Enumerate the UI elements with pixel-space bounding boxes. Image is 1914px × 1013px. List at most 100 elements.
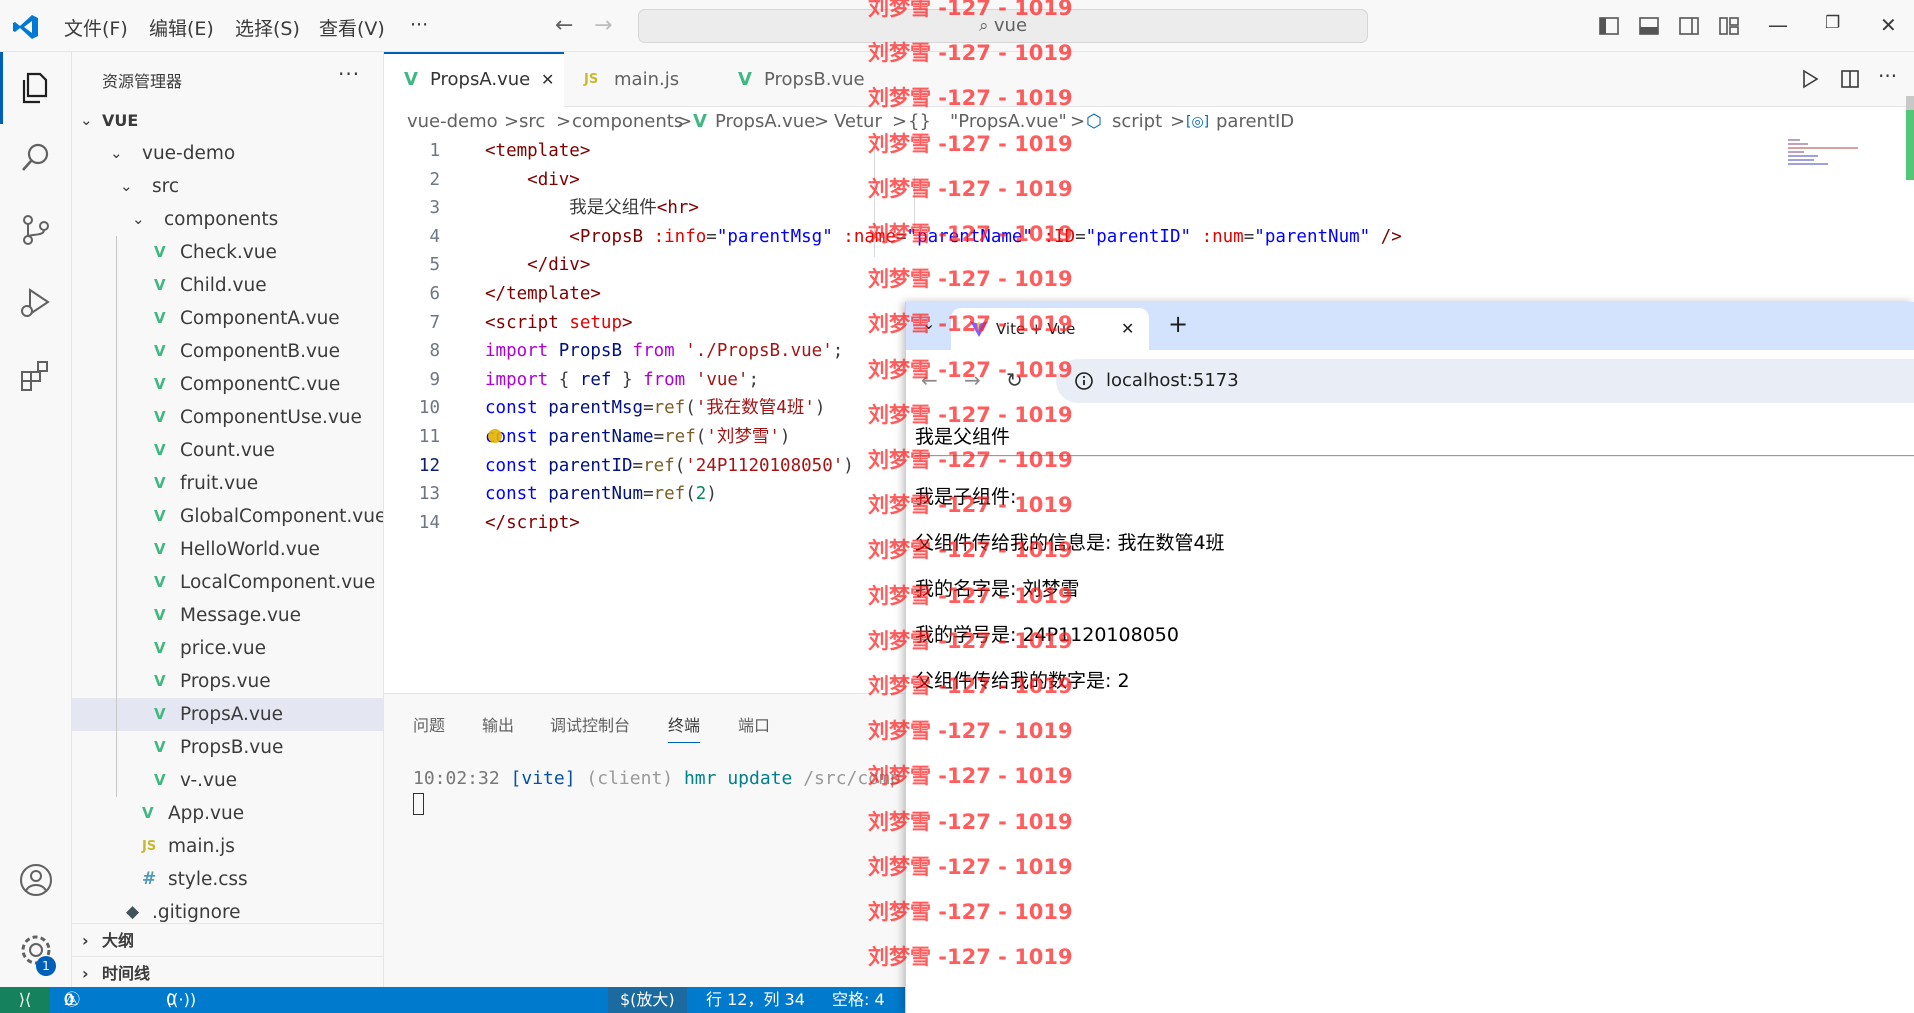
crumb-parentid[interactable]: parentID (1216, 107, 1294, 137)
explorer-more-button[interactable]: ··· (338, 62, 360, 86)
indentation-status[interactable]: 空格: 4 (832, 987, 885, 1013)
tree-folder[interactable]: ⌄ src (72, 170, 383, 203)
vue-file-icon: V (154, 672, 166, 690)
lightbulb-icon[interactable] (488, 429, 502, 443)
crumb-components[interactable]: components (572, 107, 683, 137)
crumb-src[interactable]: src (519, 107, 545, 137)
toggle-panel-icon[interactable] (1638, 15, 1660, 37)
watermark-text: 刘梦雪 -127 - 1019 (868, 131, 1073, 156)
crumb-vue-demo[interactable]: vue-demo (407, 107, 498, 137)
watermark-text: 刘梦雪 -127 - 1019 (868, 628, 1073, 653)
minimize-icon[interactable]: — (1768, 13, 1788, 37)
address-bar[interactable]: localhost:5173 (1056, 359, 1914, 403)
line-number: 1 (429, 141, 440, 161)
tree-file[interactable]: V Child.vue (72, 269, 383, 302)
chevron-down-icon: ⌄ (80, 111, 93, 129)
vue-file-icon: V (738, 69, 752, 90)
code-line: 3 我是父组件<hr> (384, 194, 1914, 223)
split-editor-icon[interactable] (1840, 69, 1860, 89)
code-text: </script> (485, 512, 580, 533)
new-tab-button[interactable]: + (1168, 310, 1188, 338)
tree-file[interactable]: V LocalComponent.vue (72, 566, 383, 599)
account-icon[interactable] (18, 862, 54, 898)
close-window-icon[interactable]: ✕ (1880, 13, 1897, 37)
panel-tab-output[interactable]: 输出 (482, 712, 514, 736)
tree-file[interactable]: V PropsA.vue (72, 698, 383, 731)
tree-file[interactable]: JS main.js (72, 830, 383, 863)
outline-section[interactable]: › 大纲 (72, 923, 383, 956)
tree-file[interactable]: V ComponentUse.vue (72, 401, 383, 434)
watermark-text: 刘梦雪 -127 - 1019 (868, 719, 1073, 744)
tree-file[interactable]: V Check.vue (72, 236, 383, 269)
vue-file-icon: V (142, 804, 154, 822)
remote-icon[interactable]: ⟩⟨ (0, 987, 50, 1013)
panel-tab-terminal[interactable]: 终端 (668, 712, 701, 743)
tab-main-js[interactable]: JS main.js (564, 52, 714, 107)
tree-file[interactable]: V Count.vue (72, 434, 383, 467)
cursor-position-status[interactable]: 行 12，列 34 (706, 987, 805, 1013)
tree-file[interactable]: Vfruit.vue (72, 467, 383, 500)
tree-file[interactable]: V App.vue (72, 797, 383, 830)
tree-item-label: ComponentC.vue (180, 374, 341, 395)
code-line: 4 <PropsB :info="parentMsg" :name="paren… (384, 223, 1914, 252)
menu-file[interactable]: 文件(F) (64, 14, 128, 41)
toggle-secondary-sidebar-icon[interactable] (1678, 15, 1700, 37)
tree-file[interactable]: # style.css (72, 863, 383, 896)
close-tab-icon[interactable]: ✕ (1121, 308, 1134, 350)
tree-file[interactable]: V Props.vue (72, 665, 383, 698)
tree-file[interactable]: V ComponentA.vue (72, 302, 383, 335)
menu-selection[interactable]: 选择(S) (235, 14, 300, 41)
tab-label: PropsB.vue (764, 69, 865, 90)
menu-more-button[interactable]: ··· (410, 14, 428, 36)
vue-file-icon: V (154, 771, 166, 789)
run-debug-icon[interactable] (18, 284, 54, 320)
tree-file[interactable]: V ComponentB.vue (72, 335, 383, 368)
tree-file[interactable]: V GlobalComponent.vue (72, 500, 383, 533)
tree-file[interactable]: V ComponentC.vue (72, 368, 383, 401)
tree-file[interactable]: V HelloWorld.vue (72, 533, 383, 566)
source-control-icon[interactable] (18, 212, 54, 248)
tree-root-label: VUE (102, 111, 139, 130)
panel-tab-problems[interactable]: 问题 (413, 712, 445, 736)
forward-arrow-icon[interactable]: → (594, 13, 612, 38)
menu-edit[interactable]: 编辑(E) (149, 14, 214, 41)
tree-file[interactable]: Vprice.vue (72, 632, 383, 665)
close-tab-icon[interactable]: ✕ (541, 54, 554, 105)
cube-icon: ⬡ (1086, 111, 1102, 132)
tree-file[interactable]: V PropsB.vue (72, 731, 383, 764)
site-info-icon[interactable] (1074, 371, 1094, 391)
line-number: 9 (429, 369, 440, 390)
vue-file-icon: V (154, 375, 166, 393)
menu-view[interactable]: 查看(V) (319, 14, 385, 41)
code-text: </div> (527, 255, 591, 276)
back-arrow-icon[interactable]: ← (555, 13, 573, 38)
watermark-text: 刘梦雪 -127 - 1019 (868, 945, 1073, 970)
files-icon[interactable] (18, 70, 54, 106)
tree-file[interactable]: Vv-.vue (72, 764, 383, 797)
line-number: 4 (429, 226, 440, 247)
customize-layout-icon[interactable] (1718, 15, 1740, 37)
watermark-text: 刘梦雪 -127 - 1019 (868, 809, 1073, 834)
toggle-sidebar-icon[interactable] (1598, 15, 1620, 37)
editor-more-icon[interactable]: ··· (1878, 64, 1897, 88)
run-icon[interactable] (1800, 69, 1820, 89)
line-number: 12 (418, 455, 440, 476)
tree-file[interactable]: V Message.vue (72, 599, 383, 632)
minimap[interactable] (1785, 137, 1875, 177)
crumb-propsa-vue[interactable]: PropsA.vue (715, 107, 815, 137)
tree-root-vue[interactable]: ⌄ VUE (72, 104, 383, 137)
scrollbar-changes-marker (1906, 110, 1914, 180)
timeline-section[interactable]: › 时间线 (72, 956, 383, 987)
tab-propsa-vue[interactable]: V PropsA.vue ✕ (384, 52, 564, 107)
tree-folder[interactable]: ⌄ vue-demo (72, 137, 383, 170)
tab-propsb-vue[interactable]: V PropsB.vue (714, 52, 874, 107)
panel-tab-debug-console[interactable]: 调试控制台 (550, 712, 630, 736)
tree-folder[interactable]: ⌄ components (72, 203, 383, 236)
terminal-output[interactable]: 10:02:32 [vite] (client) hmr update /src… (413, 768, 901, 789)
extensions-icon[interactable] (18, 358, 54, 394)
panel-tab-ports[interactable]: 端口 (738, 712, 770, 736)
zoom-status[interactable]: $(放大) (608, 987, 687, 1013)
search-icon[interactable] (18, 140, 54, 176)
crumb-script[interactable]: script (1112, 107, 1162, 137)
maximize-icon[interactable]: ❐ (1825, 13, 1840, 33)
